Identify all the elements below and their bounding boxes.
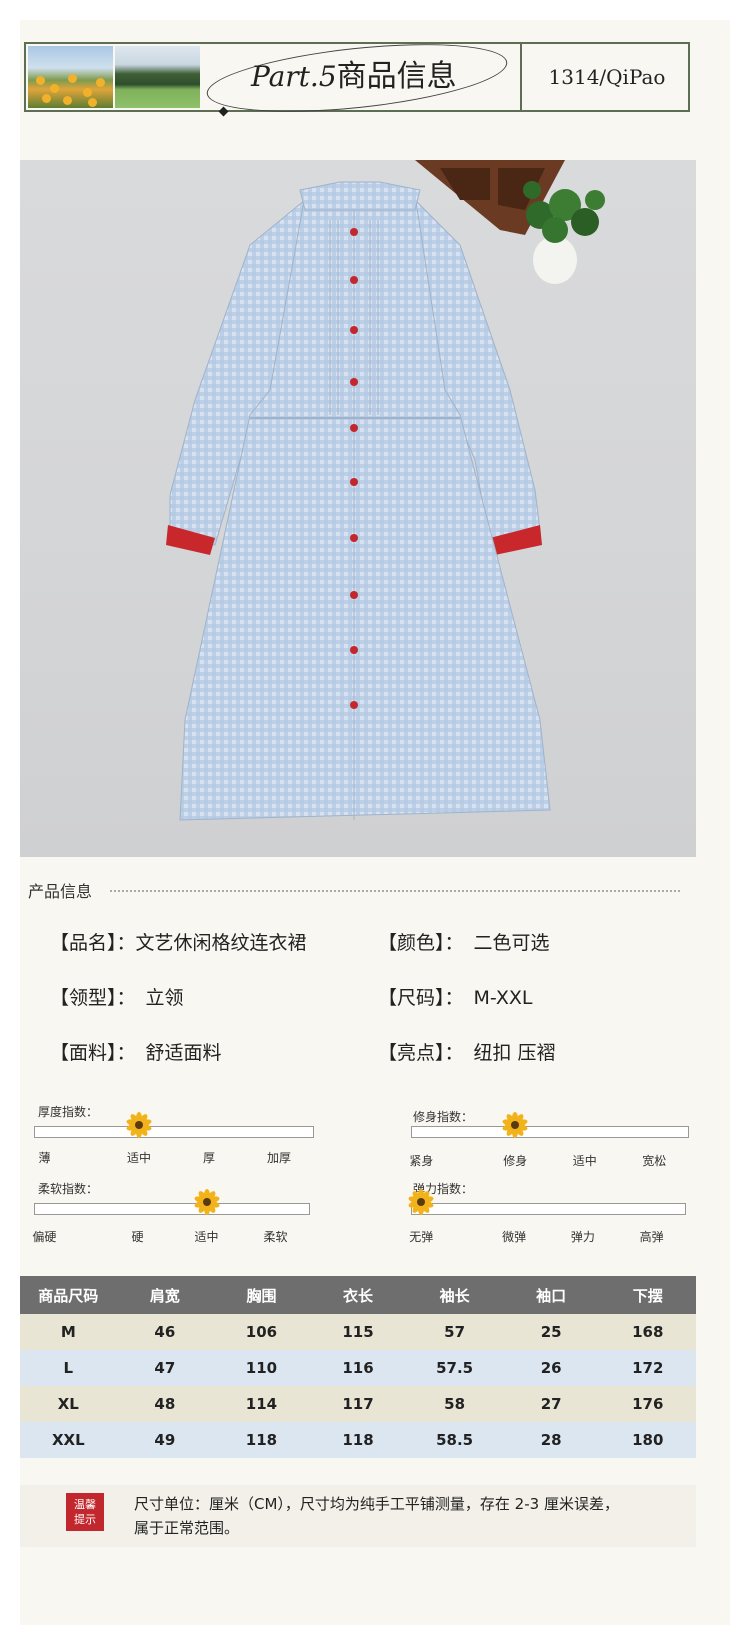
index-bar — [411, 1126, 689, 1138]
sunflower-marker-icon — [126, 1112, 152, 1138]
title-text: 商品信息 — [336, 59, 457, 94]
sunflower-marker-icon — [408, 1189, 434, 1215]
attr-size: 【尺码】： M-XXL — [378, 987, 533, 1009]
table-row: L 47 110 116 57.5 26 172 — [20, 1350, 696, 1386]
table-cell: 110 — [245, 1359, 278, 1377]
index-tick-label: 加厚 — [266, 1151, 291, 1165]
table-cell: 58 — [444, 1395, 466, 1413]
section-title: 产品信息 — [28, 882, 93, 901]
index-tick-label: 无弹 — [409, 1230, 434, 1244]
size-table: 商品尺码 肩宽 胸围 衣长 袖长 袖口 下摆 M 46 106 115 57 2… — [20, 1276, 696, 1458]
attr-color: 【颜色】： 二色可选 — [378, 932, 550, 954]
table-cell: XXL — [51, 1431, 85, 1449]
index-bar — [411, 1203, 686, 1215]
index-title: 柔软指数： — [38, 1182, 99, 1196]
tip-badge: 温馨 提示 — [66, 1493, 104, 1531]
table-row: XL 48 114 117 58 27 176 — [20, 1386, 696, 1422]
header-cell: 衣长 — [343, 1286, 374, 1305]
table-cell: 118 — [245, 1431, 278, 1449]
table-cell: 58.5 — [436, 1431, 474, 1449]
index-tick-label: 适中 — [194, 1230, 219, 1244]
note-text: 尺寸单位：厘米（CM），尺寸均为纯手工平铺测量，存在 2-3 厘米误差， 属于正… — [134, 1495, 619, 1537]
index-tick-label: 修身 — [503, 1154, 528, 1168]
attr-fabric: 【面料】： 舒适面料 — [50, 1042, 222, 1064]
table-cell: M — [60, 1323, 76, 1341]
header-cell: 商品尺码 — [38, 1286, 99, 1305]
header-cell: 胸围 — [246, 1286, 277, 1305]
index-bar — [34, 1126, 314, 1138]
index-tick-label: 适中 — [126, 1151, 151, 1165]
table-cell: 28 — [540, 1431, 562, 1449]
table-cell: XL — [57, 1395, 79, 1413]
index-title: 修身指数： — [413, 1110, 474, 1124]
table-cell: 115 — [342, 1323, 374, 1341]
table-cell: 57.5 — [436, 1359, 474, 1377]
section-divider — [110, 890, 680, 892]
table-cell: 176 — [632, 1395, 664, 1413]
attr-highlight: 【亮点】： 纽扣 压褶 — [378, 1042, 556, 1064]
index-tick-label: 宽松 — [642, 1154, 667, 1168]
brand-label: 1314/QiPao — [548, 65, 666, 89]
table-cell: 117 — [342, 1395, 374, 1413]
product-photo — [20, 160, 696, 857]
index-bar — [34, 1203, 310, 1215]
part-label: Part.5 — [251, 60, 337, 93]
table-cell: 46 — [154, 1323, 176, 1341]
dress-illustration — [166, 160, 605, 821]
table-cell: 118 — [342, 1431, 374, 1449]
index-tick-label: 微弹 — [502, 1230, 527, 1244]
page-title: Part.5商品信息 — [251, 52, 457, 102]
index-tick-label: 紧身 — [409, 1154, 434, 1168]
table-row: M 46 106 115 57 25 168 — [20, 1314, 696, 1350]
potted-plant — [523, 181, 605, 284]
header-banner: Part.5商品信息 1314/QiPao — [24, 32, 690, 124]
index-tick-label: 薄 — [38, 1151, 51, 1165]
index-tick-label: 柔软 — [263, 1230, 288, 1244]
index-title: 厚度指数： — [38, 1105, 99, 1119]
table-cell: 27 — [540, 1395, 562, 1413]
table-cell: 180 — [632, 1431, 664, 1449]
table-cell: 49 — [154, 1431, 176, 1449]
table-cell: L — [63, 1359, 74, 1377]
attr-collar: 【领型】： 立领 — [50, 987, 184, 1009]
index-tick-label: 弹力 — [570, 1230, 595, 1244]
table-cell: 48 — [154, 1395, 176, 1413]
banner-divider — [520, 44, 522, 110]
sunflower-marker-icon — [502, 1112, 528, 1138]
table-cell: 106 — [245, 1323, 278, 1341]
table-cell: 168 — [632, 1323, 664, 1341]
table-header: 商品尺码 肩宽 胸围 衣长 袖长 袖口 下摆 — [20, 1276, 696, 1314]
table-cell: 57 — [444, 1323, 466, 1341]
table-row: XXL 49 118 118 58.5 28 180 — [20, 1422, 696, 1458]
header-cell: 袖口 — [536, 1286, 567, 1305]
header-cell: 下摆 — [632, 1286, 663, 1305]
attr-name: 【品名】：文艺休闲格纹连衣裙 — [50, 932, 307, 954]
index-tick-label: 硬 — [131, 1230, 144, 1244]
index-tick-label: 厚 — [202, 1151, 215, 1165]
table-cell: 116 — [342, 1359, 374, 1377]
table-cell: 47 — [154, 1359, 176, 1377]
index-tick-label: 适中 — [572, 1154, 597, 1168]
sunflower-marker-icon — [194, 1189, 219, 1215]
header-cell: 肩宽 — [149, 1286, 180, 1305]
table-cell: 25 — [540, 1323, 562, 1341]
header-cell: 袖长 — [439, 1286, 470, 1305]
tree-landscape-photo — [115, 46, 200, 108]
index-tick-label: 偏硬 — [32, 1230, 57, 1244]
index-tick-label: 高弹 — [639, 1230, 664, 1244]
table-cell: 114 — [245, 1395, 278, 1413]
table-cell: 26 — [540, 1359, 562, 1377]
flower-field-photo — [28, 46, 113, 108]
table-cell: 172 — [632, 1359, 664, 1377]
